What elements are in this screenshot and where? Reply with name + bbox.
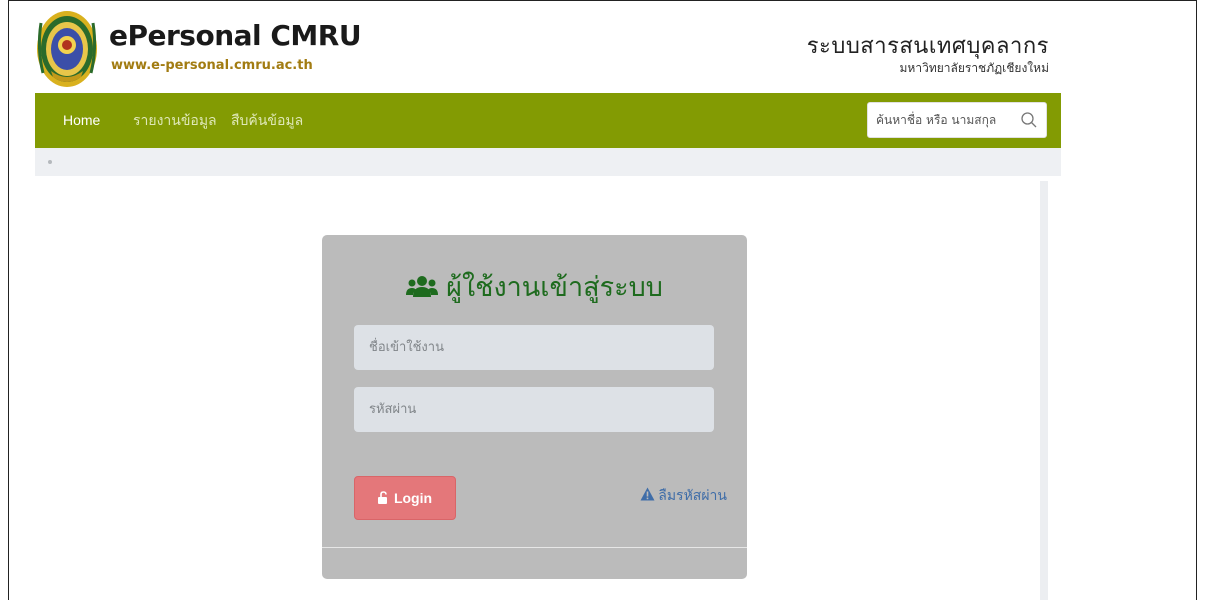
unlock-icon (377, 491, 387, 504)
login-panel: ผู้ใช้งานเข้าสู่ระบบ Login ลืมรหัสผ่าน (322, 235, 747, 579)
warning-icon (640, 487, 655, 501)
university-seal-logo[interactable] (35, 9, 99, 93)
system-title: ระบบสารสนเทศบุคลากร (806, 34, 1049, 59)
university-name: มหาวิทยาลัยราชภัฏเชียงใหม่ (899, 61, 1049, 75)
panel-divider (322, 547, 747, 548)
login-button-label: Login (393, 490, 433, 506)
login-heading: ผู้ใช้งานเข้าสู่ระบบ (322, 265, 747, 308)
brand-name[interactable]: ePersonal CMRU (109, 19, 362, 52)
password-field[interactable] (354, 387, 714, 432)
page-frame: ePersonal CMRU www.e-personal.cmru.ac.th… (8, 0, 1197, 600)
breadcrumb (35, 148, 1061, 178)
search-box (867, 102, 1047, 138)
nav-item-reports[interactable]: รายงานข้อมูล (133, 93, 217, 148)
content-gutter (1040, 181, 1048, 600)
forgot-password-label: ลืมรหัสผ่าน (658, 488, 727, 504)
breadcrumb-dot (48, 160, 52, 164)
main-navbar: Home รายงานข้อมูล สืบค้นข้อมูล (35, 93, 1061, 148)
page-container: ePersonal CMRU www.e-personal.cmru.ac.th… (35, 1, 1061, 600)
brand-url: www.e-personal.cmru.ac.th (111, 58, 313, 73)
nav-item-search-data[interactable]: สืบค้นข้อมูล (231, 93, 303, 148)
login-button[interactable]: Login (354, 476, 456, 520)
forgot-password-link[interactable]: ลืมรหัสผ่าน (640, 485, 727, 507)
search-input[interactable] (868, 103, 1013, 137)
username-field[interactable] (354, 325, 714, 370)
login-heading-text: ผู้ใช้งานเข้าสู่ระบบ (446, 272, 663, 303)
nav-item-home[interactable]: Home (63, 93, 100, 148)
users-icon (406, 276, 439, 297)
search-icon[interactable] (1020, 111, 1038, 129)
site-header: ePersonal CMRU www.e-personal.cmru.ac.th… (35, 1, 1061, 93)
